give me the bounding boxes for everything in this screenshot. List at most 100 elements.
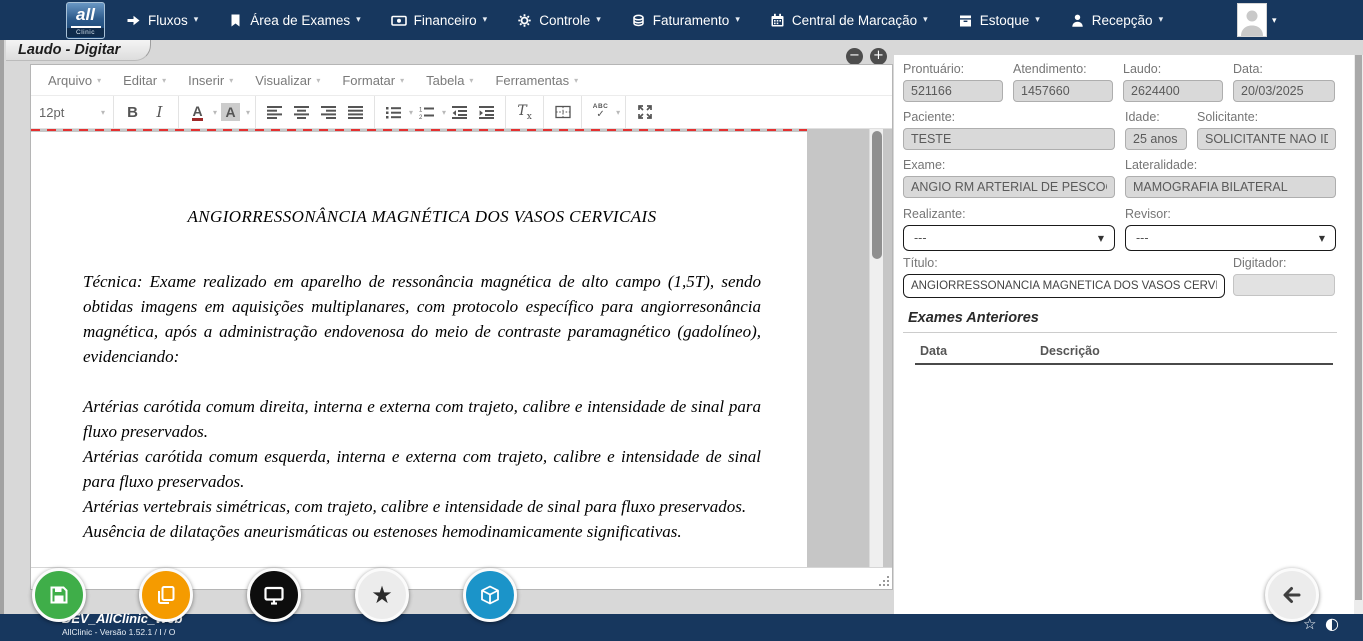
paciente-label: Paciente: <box>903 110 1115 124</box>
align-left-button[interactable] <box>261 99 288 125</box>
spellcheck-icon: ABC✓ <box>593 104 609 120</box>
indent-button[interactable] <box>473 99 500 125</box>
numbered-list-button[interactable]: 12 <box>413 99 440 125</box>
nav-menu-area-de-exames[interactable]: Área de Exames ▾ <box>228 13 360 28</box>
exame-input[interactable] <box>903 176 1115 198</box>
font-size-select[interactable]: 12pt▾ <box>36 99 108 125</box>
spellcheck-button[interactable]: ABC✓ <box>587 99 614 125</box>
paciente-input[interactable] <box>903 128 1115 150</box>
field-data: Data: <box>1233 62 1335 102</box>
digitador-input[interactable] <box>1233 274 1335 296</box>
solicitante-input[interactable] <box>1197 128 1336 150</box>
idade-input[interactable] <box>1125 128 1187 150</box>
align-left-icon <box>267 106 282 119</box>
nav-label: Faturamento <box>653 13 730 28</box>
field-solicitante: Solicitante: <box>1197 110 1336 150</box>
titulo-input[interactable] <box>903 274 1225 298</box>
align-justify-icon <box>348 106 363 119</box>
realizante-select[interactable]: --- ▼ <box>903 225 1115 251</box>
fullscreen-button[interactable] <box>631 99 658 125</box>
outdent-button[interactable] <box>446 99 473 125</box>
laudo-input[interactable] <box>1123 80 1223 102</box>
chevron-down-icon: ▾ <box>400 76 404 85</box>
prontuario-input[interactable] <box>903 80 1003 102</box>
contrast-icon[interactable]: ◐ <box>1325 614 1339 633</box>
zoom-out-button[interactable]: − <box>846 48 863 65</box>
app-logo[interactable]: all Clinic <box>66 2 105 39</box>
save-button[interactable] <box>32 568 86 622</box>
monitor-icon <box>263 584 285 606</box>
chevron-down-icon: ▾ <box>162 76 166 85</box>
lateralidade-input[interactable] <box>1125 176 1336 198</box>
atendimento-input[interactable] <box>1013 80 1113 102</box>
bookmark-icon <box>228 13 243 28</box>
logo-subtext: Clinic <box>67 28 104 37</box>
clear-formatting-button[interactable]: Tx <box>511 99 538 125</box>
editor-scrollbar[interactable] <box>869 129 883 567</box>
editor-content-area[interactable]: ANGIORRESSONÂNCIA MAGNÉTICA DOS VASOS CE… <box>31 129 892 567</box>
nav-menu-estoque[interactable]: Estoque ▾ <box>958 13 1040 28</box>
back-button[interactable] <box>1265 568 1319 622</box>
field-lateralidade: Lateralidade: <box>1125 158 1336 198</box>
document-page[interactable]: ANGIORRESSONÂNCIA MAGNÉTICA DOS VASOS CE… <box>31 132 807 567</box>
nav-menu-central-de-marcacao[interactable]: Central de Marcação ▾ <box>770 13 928 28</box>
text-color-button[interactable]: A <box>184 99 211 125</box>
align-center-button[interactable] <box>288 99 315 125</box>
chevron-down-icon[interactable]: ▾ <box>1272 16 1277 26</box>
window-scrollbar-thumb[interactable] <box>1355 55 1362 600</box>
column-header-descricao: Descrição <box>1040 344 1100 358</box>
zoom-in-button[interactable]: + <box>870 48 887 65</box>
nav-menu-controle[interactable]: Controle ▾ <box>517 13 601 28</box>
user-avatar[interactable] <box>1237 3 1267 37</box>
outdent-icon <box>452 106 468 119</box>
menu-tabela[interactable]: Tabela▾ <box>415 73 484 88</box>
copy-button[interactable] <box>139 568 193 622</box>
favorite-button[interactable]: ★ <box>355 568 409 622</box>
lateralidade-label: Lateralidade: <box>1125 158 1336 172</box>
nav-label: Fluxos <box>148 13 188 28</box>
realizante-value: --- <box>914 231 927 245</box>
digitador-label: Digitador: <box>1233 256 1335 270</box>
menu-arquivo[interactable]: Arquivo▾ <box>37 73 112 88</box>
table-borders-icon <box>555 105 571 119</box>
display-button[interactable] <box>247 568 301 622</box>
chevron-down-icon: ▾ <box>97 76 101 85</box>
package-button[interactable] <box>463 568 517 622</box>
window-scrollbar[interactable] <box>1354 55 1363 614</box>
italic-button[interactable]: I <box>146 99 173 125</box>
calendar-icon <box>770 13 785 28</box>
menu-inserir[interactable]: Inserir▾ <box>177 73 244 88</box>
resize-grip-icon[interactable] <box>878 575 890 587</box>
chevron-down-icon: ▾ <box>356 15 361 25</box>
nav-menu-faturamento[interactable]: Faturamento ▾ <box>631 13 740 28</box>
chevron-down-icon: ▾ <box>923 15 928 25</box>
editor-menubar: Arquivo▾ Editar▾ Inserir▾ Visualizar▾ Fo… <box>31 65 892 96</box>
chevron-down-icon: ▾ <box>735 15 740 25</box>
bold-button[interactable]: B <box>119 99 146 125</box>
chevron-down-icon[interactable]: ▾ <box>246 108 250 117</box>
nav-menu-fluxos[interactable]: Fluxos ▾ <box>126 13 198 28</box>
data-input[interactable] <box>1233 80 1335 102</box>
nav-label: Controle <box>539 13 590 28</box>
indent-icon <box>479 106 495 119</box>
font-size-value: 12pt <box>39 105 64 120</box>
chevron-down-icon: ▾ <box>574 76 578 85</box>
nav-menu-recepcao[interactable]: Recepção ▾ <box>1070 13 1163 28</box>
menu-editar[interactable]: Editar▾ <box>112 73 177 88</box>
bullet-list-button[interactable] <box>380 99 407 125</box>
tab-laudo-digitar[interactable]: Laudo - Digitar <box>6 40 151 61</box>
align-right-button[interactable] <box>315 99 342 125</box>
table-borders-button[interactable] <box>549 99 576 125</box>
align-justify-button[interactable] <box>342 99 369 125</box>
menu-visualizar[interactable]: Visualizar▾ <box>244 73 331 88</box>
table-header-underline <box>915 363 1333 365</box>
menu-formatar[interactable]: Formatar▾ <box>331 73 415 88</box>
menu-ferramentas[interactable]: Ferramentas▾ <box>484 73 589 88</box>
menu-label: Inserir <box>188 73 224 88</box>
highlight-color-button[interactable]: A <box>217 99 244 125</box>
chevron-down-icon[interactable]: ▾ <box>616 108 620 117</box>
box-icon <box>958 13 973 28</box>
nav-menu-financeiro[interactable]: Financeiro ▾ <box>391 13 488 28</box>
editor-scrollbar-thumb[interactable] <box>872 131 882 259</box>
revisor-select[interactable]: --- ▼ <box>1125 225 1336 251</box>
